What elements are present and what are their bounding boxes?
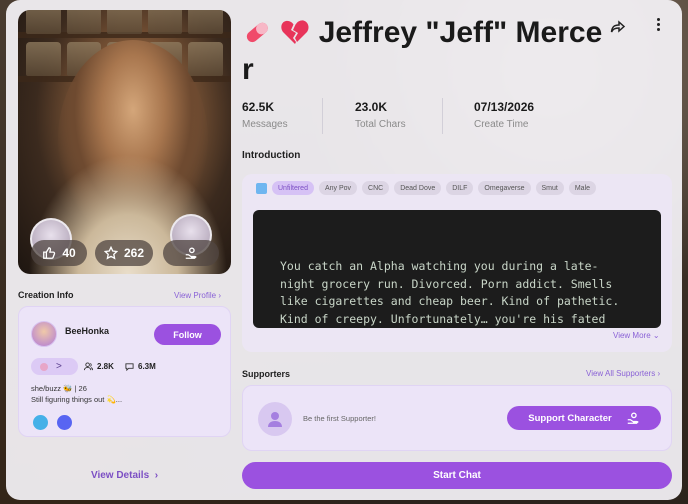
view-details-link[interactable]: View Details › xyxy=(18,470,231,481)
favorite-button[interactable]: 262 xyxy=(95,240,153,266)
supporter-placeholder-icon xyxy=(258,402,292,436)
character-name: Jeffrey "Jeff" Mercer xyxy=(242,16,603,86)
messages-stat: 6.3M xyxy=(125,362,156,371)
supporters-title: Supporters xyxy=(242,369,291,379)
gift-hand-icon xyxy=(185,247,197,259)
favorite-count: 262 xyxy=(123,246,145,260)
gift-hand-icon xyxy=(627,412,639,424)
tag-category-icon xyxy=(256,182,267,194)
pill-icon xyxy=(246,22,268,43)
tag-omegaverse[interactable]: Omegaverse xyxy=(478,181,531,195)
messages-stat-block: 62.5K Messages xyxy=(242,100,288,130)
tag-unfiltered[interactable]: Unfiltered xyxy=(272,181,314,195)
chat-bubble-icon xyxy=(125,363,134,371)
tag-dead-dove[interactable]: Dead Dove xyxy=(394,181,442,195)
star-icon xyxy=(103,246,118,260)
creator-bio-line2: Still figuring things out 💫... xyxy=(31,395,123,404)
broken-heart-icon xyxy=(281,20,309,44)
followers-stat: 2.8K xyxy=(84,362,114,371)
view-profile-link[interactable]: View Profile › xyxy=(174,291,221,300)
stat-value: 62.5K xyxy=(242,100,275,114)
twitch-icon[interactable] xyxy=(33,415,48,430)
tag-list: Unfiltered Any Pov CNC Dead Dove DILF Om… xyxy=(256,181,597,195)
view-all-supporters-link[interactable]: View All Supporters › xyxy=(586,369,660,378)
introduction-title: Introduction xyxy=(242,150,301,161)
like-count: 40 xyxy=(62,246,76,260)
tag-cnc[interactable]: CNC xyxy=(362,181,390,195)
thumbs-up-icon xyxy=(43,247,56,259)
stat-label: Total Chars xyxy=(355,119,406,130)
stat-divider xyxy=(322,98,323,134)
creation-info-title: Creation Info xyxy=(18,290,74,300)
creator-name[interactable]: BeeHonka xyxy=(65,326,109,336)
level-arrow: > xyxy=(56,361,62,372)
supporters-empty-text: Be the first Supporter! xyxy=(303,414,376,423)
stat-label: Messages xyxy=(242,119,288,130)
share-icon[interactable] xyxy=(610,19,626,35)
view-more-link[interactable]: View More ⌄ xyxy=(613,331,660,340)
tag-dilf[interactable]: DILF xyxy=(446,181,474,195)
introduction-text: You catch an Alpha watching you during a… xyxy=(253,210,661,328)
create-time-stat-block: 07/13/2026 Create Time xyxy=(474,100,534,130)
support-character-button[interactable]: Support Character xyxy=(507,406,661,430)
gift-button[interactable] xyxy=(163,240,219,266)
discord-icon[interactable] xyxy=(57,415,72,430)
creator-level-pill[interactable]: > xyxy=(31,358,78,375)
introduction-panel: Unfiltered Any Pov CNC Dead Dove DILF Om… xyxy=(242,174,672,352)
creator-avatar[interactable] xyxy=(31,321,57,347)
tag-male[interactable]: Male xyxy=(568,181,597,195)
supporters-card: Be the first Supporter! Support Characte… xyxy=(242,385,672,451)
stat-value: 07/13/2026 xyxy=(474,100,535,114)
creator-bio-line1: she/buzz 🐝 | 26 xyxy=(31,384,87,393)
level-badge-icon xyxy=(40,362,48,371)
stat-divider xyxy=(442,98,443,134)
like-button[interactable]: 40 xyxy=(31,240,87,266)
creator-card: BeeHonka Follow > 2.8K 6.3M she/buzz 🐝 |… xyxy=(18,306,231,437)
total-chars-stat-block: 23.0K Total Chars xyxy=(355,100,406,130)
stat-value: 23.0K xyxy=(355,100,388,114)
tag-smut[interactable]: Smut xyxy=(535,181,564,195)
stat-label: Create Time xyxy=(474,119,529,130)
start-chat-button[interactable]: Start Chat xyxy=(242,462,672,489)
users-icon xyxy=(84,362,93,371)
follow-button[interactable]: Follow xyxy=(154,324,221,345)
more-options-icon[interactable] xyxy=(655,18,661,34)
tag-any-pov[interactable]: Any Pov xyxy=(318,181,358,195)
